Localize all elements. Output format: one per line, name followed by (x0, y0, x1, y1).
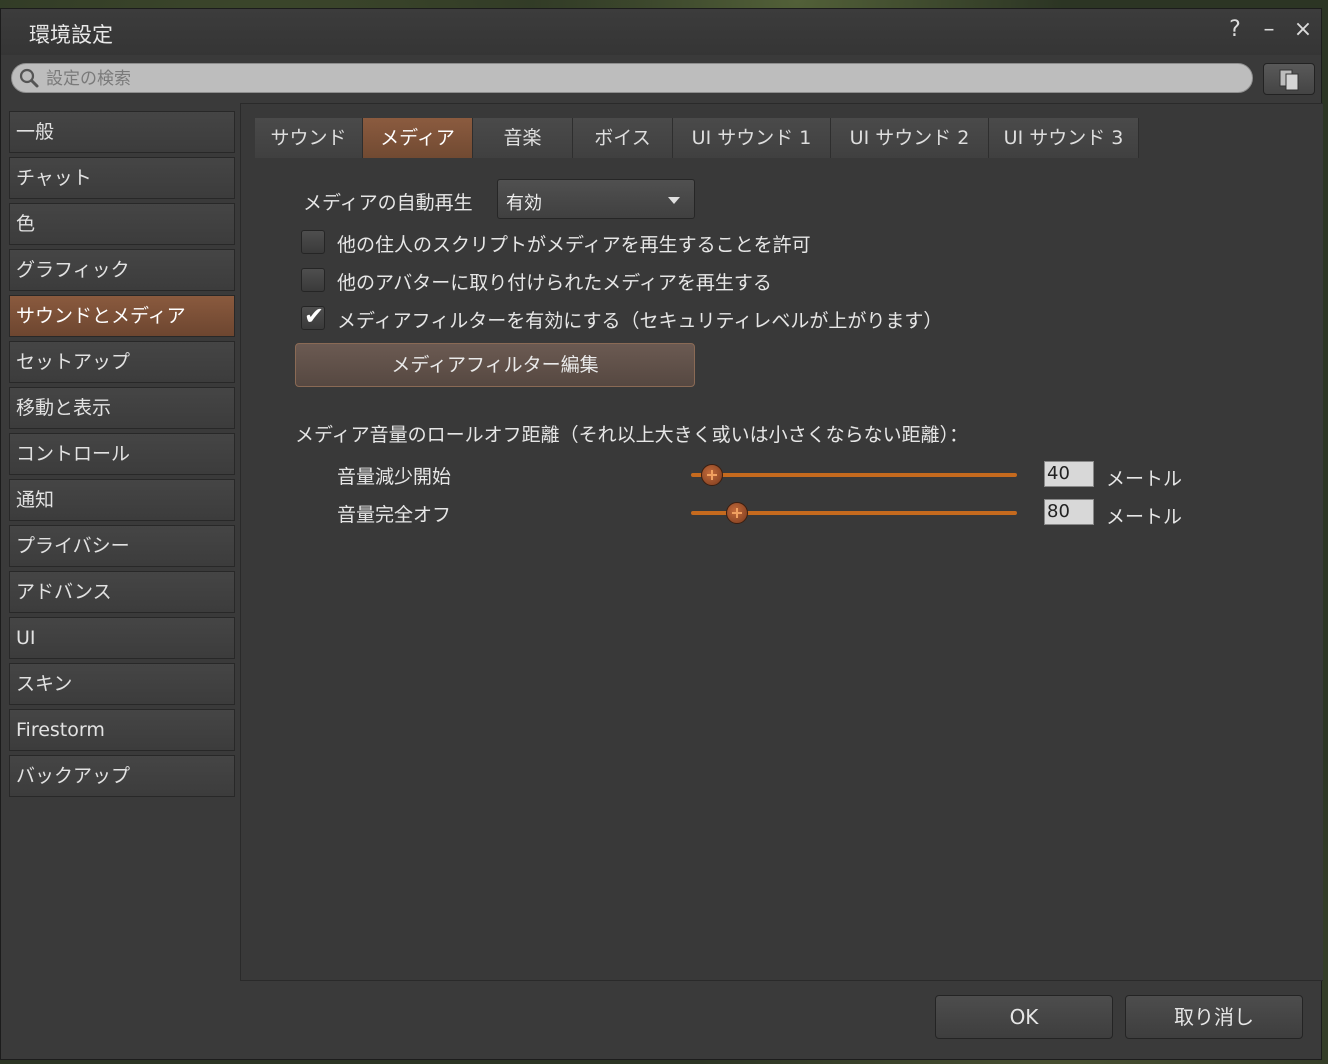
autoplay-dropdown[interactable]: 有効 (497, 179, 695, 219)
ok-button[interactable]: OK (935, 995, 1113, 1039)
sidebar-item[interactable]: 色 (9, 203, 235, 245)
tab[interactable]: UI サウンド 2 (831, 118, 989, 158)
sidebar-item[interactable]: サウンドとメディア (9, 295, 235, 337)
rolloff-min-slider-thumb[interactable] (701, 464, 724, 486)
sidebar-item[interactable]: UI (9, 617, 235, 659)
sidebar-item[interactable]: スキン (9, 663, 235, 705)
rolloff-max-field[interactable]: 80 (1044, 499, 1094, 525)
minimize-icon[interactable]: – (1257, 17, 1281, 42)
search-bar (11, 63, 1253, 93)
close-icon[interactable]: × (1291, 17, 1315, 42)
allow-script-media-checkbox[interactable] (301, 230, 325, 254)
settings-panel: サウンド メディア 音楽 ボイス UI サウンド 1 UI サウンド 2 UI サウンド 3… (240, 103, 1323, 981)
rolloff-max-slider[interactable] (691, 502, 1017, 524)
tab[interactable]: メディア (363, 118, 473, 158)
sidebar-item[interactable]: Firestorm (9, 709, 235, 751)
edit-media-filter-button[interactable]: メディアフィルター編集 (295, 343, 695, 387)
tab[interactable]: ボイス (573, 118, 673, 158)
play-attached-media-label: 他のアバターに取り付けられたメディアを再生する (337, 272, 772, 294)
sidebar-item[interactable]: チャット (9, 157, 235, 199)
sidebar-item[interactable]: セットアップ (9, 341, 235, 383)
tab[interactable]: UI サウンド 1 (673, 118, 831, 158)
autoplay-label: メディアの自動再生 (303, 192, 473, 214)
preferences-window: 環境設定 ? – × 一般チャット色グラフィックサウンドとメディアセットアップ移… (0, 8, 1323, 1060)
media-filter-checkbox[interactable]: ✔ (301, 302, 325, 330)
search-icon (19, 68, 39, 88)
play-attached-media-checkbox[interactable] (301, 268, 325, 292)
sidebar-item[interactable]: 一般 (9, 111, 235, 153)
sidebar-item[interactable]: アドバンス (9, 571, 235, 613)
sidebar-item[interactable]: グラフィック (9, 249, 235, 291)
tab[interactable]: UI サウンド 3 (989, 118, 1139, 158)
rolloff-max-label: 音量完全オフ (337, 504, 452, 526)
rolloff-max-unit: メートル (1106, 506, 1183, 528)
cancel-button[interactable]: 取り消し (1125, 995, 1303, 1039)
tab[interactable]: サウンド (255, 118, 363, 158)
rolloff-min-slider[interactable] (691, 464, 1017, 486)
sidebar-item[interactable]: バックアップ (9, 755, 235, 797)
rolloff-heading: メディア音量のロールオフ距離（それ以上大きく或いは小さくならない距離）： (295, 424, 969, 446)
autoplay-value: 有効 (506, 193, 542, 214)
search-input[interactable] (44, 67, 1238, 91)
sidebar-item[interactable]: 通知 (9, 479, 235, 521)
media-filter-label: メディアフィルターを有効にする（セキュリティレベルが上がります） (337, 310, 943, 332)
rolloff-min-field[interactable]: 40 (1044, 461, 1094, 487)
rolloff-max-slider-thumb[interactable] (725, 502, 748, 524)
title-bar[interactable]: 環境設定 ? – × (1, 9, 1321, 55)
rolloff-min-label: 音量減少開始 (337, 466, 452, 488)
chevron-down-icon (668, 197, 680, 204)
sidebar-item[interactable]: 移動と表示 (9, 387, 235, 429)
rolloff-min-unit: メートル (1106, 468, 1183, 490)
allow-script-media-label: 他の住人のスクリプトがメディアを再生することを許可 (337, 234, 811, 256)
help-icon[interactable]: ? (1223, 17, 1247, 42)
tab[interactable]: 音楽 (473, 118, 573, 158)
sidebar-item[interactable]: プライバシー (9, 525, 235, 567)
copy-icon (1279, 69, 1299, 91)
sidebar-item[interactable]: コントロール (9, 433, 235, 475)
copy-button[interactable] (1263, 63, 1315, 95)
window-title: 環境設定 (29, 23, 113, 47)
checkmark-icon: ✔ (304, 302, 325, 330)
